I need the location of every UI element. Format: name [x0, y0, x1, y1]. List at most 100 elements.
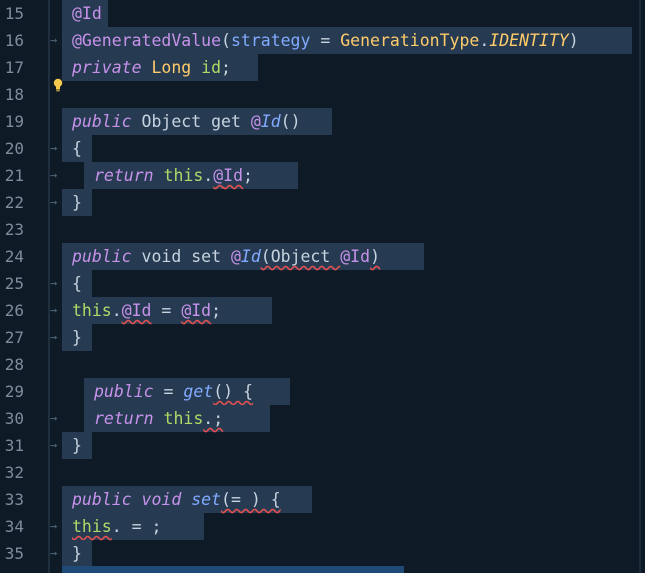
- code-text: private Long id;: [72, 54, 231, 81]
- token-id: id: [201, 58, 222, 77]
- token-ann: @: [230, 247, 241, 266]
- token-kw: public: [72, 247, 132, 266]
- code-line[interactable]: 33 public void set(= ) {: [0, 486, 645, 513]
- code-line[interactable]: 22 →}: [0, 189, 645, 216]
- line-number: 20: [4, 139, 24, 158]
- token-plain: =: [310, 31, 341, 50]
- code-text: public Object get @Id(): [72, 108, 301, 135]
- token-param: strategy: [230, 31, 311, 50]
- tab-arrow-icon: →: [50, 546, 58, 560]
- line-number: 32: [4, 463, 24, 482]
- token-plain: =: [153, 382, 184, 401]
- token-ann: @GeneratedValue: [72, 31, 222, 50]
- line-number: 29: [4, 382, 24, 401]
- line-number: 24: [4, 247, 24, 266]
- code-line[interactable]: 25 → {: [0, 270, 645, 297]
- token-ann: @: [213, 166, 224, 185]
- token-ty: Long: [151, 58, 192, 77]
- code-line[interactable]: 17 private Long id;: [0, 54, 645, 81]
- code-text: @Id: [72, 0, 102, 27]
- code-line[interactable]: 26 → this.@Id = @Id;: [0, 297, 645, 324]
- token-fn: Id: [240, 247, 261, 266]
- token-plain: }: [72, 328, 82, 347]
- token-ann: @Id: [121, 301, 152, 320]
- token-plain: () {: [213, 382, 253, 401]
- token-plain: }: [72, 436, 82, 455]
- line-number: 26: [4, 301, 24, 320]
- code-editor[interactable]: 15 @Id 16 → @GeneratedValue(strategy = Gener…: [0, 0, 645, 573]
- code-line[interactable]: 35 →}: [0, 540, 645, 567]
- code-line[interactable]: 16 → @GeneratedValue(strategy = Generation…: [0, 27, 645, 54]
- code-line[interactable]: 21 → return this.@Id;: [0, 162, 645, 189]
- token-plain: }: [72, 193, 82, 212]
- token-kw: return: [94, 409, 154, 428]
- code-text: }: [72, 324, 82, 351]
- line-number: 17: [4, 58, 24, 77]
- lightbulb-icon[interactable]: [53, 78, 63, 92]
- token-fn: Id: [260, 112, 281, 131]
- token-kw: return: [94, 166, 154, 185]
- tab-arrow-icon: →: [50, 438, 58, 452]
- token-ann: Id: [223, 166, 244, 185]
- line-number: 30: [4, 409, 24, 428]
- code-line[interactable]: 23: [0, 216, 645, 243]
- code-line[interactable]: 31 →}: [0, 432, 645, 459]
- tab-arrow-icon: →: [50, 519, 58, 533]
- code-text: }: [72, 189, 82, 216]
- code-line[interactable]: 24 public void set @Id(Object @Id): [0, 243, 645, 270]
- token-kw: public: [72, 490, 132, 509]
- code-line[interactable]: 15 @Id: [0, 0, 645, 27]
- token-ann: @: [250, 112, 261, 131]
- tab-arrow-icon: →: [50, 195, 58, 209]
- line-number: 33: [4, 490, 24, 509]
- token-fn: set: [191, 490, 222, 509]
- code-text: }: [72, 540, 82, 567]
- token-plain: (): [280, 112, 301, 131]
- tab-arrow-icon: →: [50, 276, 58, 290]
- line-number: 22: [4, 193, 24, 212]
- code-text: this.@Id = @Id;: [72, 297, 221, 324]
- token-ann: @Id: [181, 301, 212, 320]
- code-line[interactable]: 18: [0, 81, 645, 108]
- code-line[interactable]: 34 → this. = ;: [0, 513, 645, 540]
- code-line[interactable]: 32: [0, 459, 645, 486]
- token-plain: (Object: [260, 247, 341, 266]
- tab-arrow-icon: →: [50, 141, 58, 155]
- token-ann: @Id: [340, 247, 371, 266]
- token-kw: private: [72, 58, 142, 77]
- token-id: this: [72, 517, 112, 536]
- code-line[interactable]: 29 public = get() {: [0, 378, 645, 405]
- code-line[interactable]: 28: [0, 351, 645, 378]
- token-plain: ): [370, 247, 380, 266]
- token-ann: @Id: [72, 4, 102, 23]
- token-plain: Object get: [131, 112, 251, 131]
- line-number: 15: [4, 4, 24, 23]
- code-text: @GeneratedValue(strategy = GenerationTyp…: [72, 27, 579, 54]
- code-text: return this.;: [94, 405, 223, 432]
- token-plain: .: [111, 301, 122, 320]
- token-plain: . = ;: [111, 517, 162, 536]
- tab-arrow-icon: →: [50, 33, 58, 47]
- line-number: 35: [4, 544, 24, 563]
- token-plain: ;: [243, 166, 253, 185]
- line-number: 31: [4, 436, 24, 455]
- selection-highlight-bottom: [62, 566, 404, 573]
- line-number: 16: [4, 31, 24, 50]
- token-plain: (= ) {: [221, 490, 281, 509]
- token-ty: GenerationType: [340, 31, 480, 50]
- code-line[interactable]: 20 → {: [0, 135, 645, 162]
- code-line[interactable]: 27 →}: [0, 324, 645, 351]
- token-kw: public: [94, 382, 154, 401]
- code-line[interactable]: 19 public Object get @Id(): [0, 108, 645, 135]
- line-number: 23: [4, 220, 24, 239]
- token-kw: public: [72, 112, 132, 131]
- token-id: this: [163, 409, 204, 428]
- token-id: this: [72, 301, 112, 320]
- line-number: 28: [4, 355, 24, 374]
- line-number: 21: [4, 166, 24, 185]
- code-line[interactable]: 30 → return this.;: [0, 405, 645, 432]
- code-text: {: [72, 270, 82, 297]
